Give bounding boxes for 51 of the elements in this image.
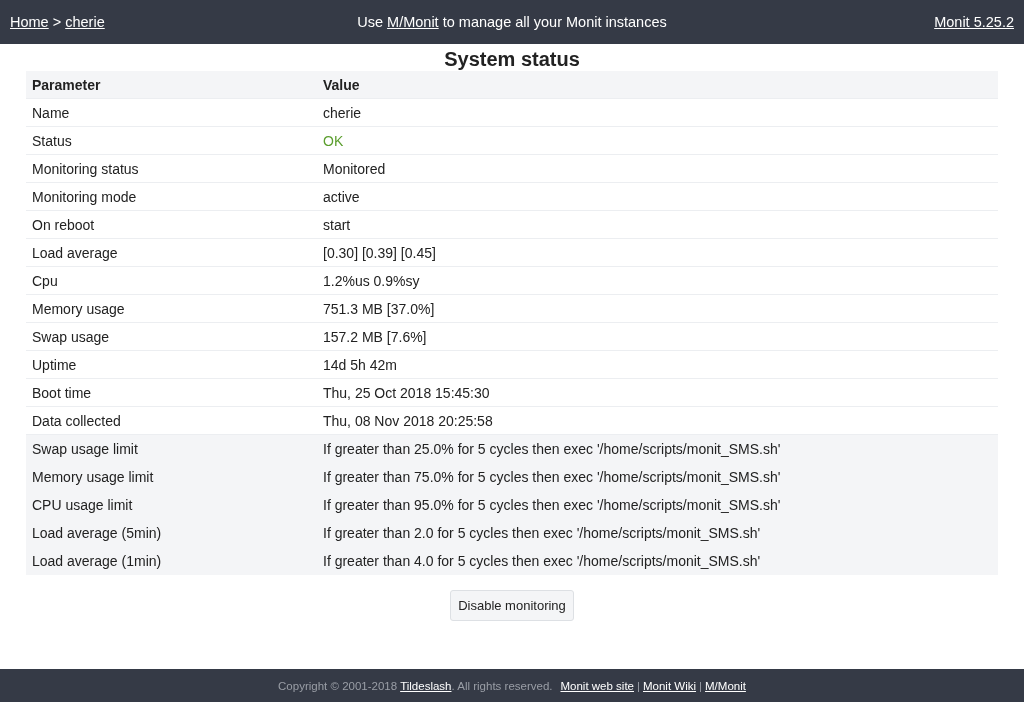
table-cell: Name: [26, 98, 317, 127]
table-cell: Status: [26, 126, 317, 155]
footer-link[interactable]: Monit web site: [560, 679, 634, 692]
table-cell: Load average (1min): [26, 546, 317, 575]
footer-link[interactable]: Monit Wiki: [643, 679, 697, 692]
table-cell: If greater than 2.0 for 5 cycles then exec '/home/scripts/monit_SMS.sh': [317, 518, 998, 547]
table-cell: If greater than 4.0 for 5 cycles then exec '/home/scripts/monit_SMS.sh': [317, 546, 998, 575]
table-cell: CPU usage limit: [26, 490, 317, 519]
table-cell: Thu, 25 Oct 2018 15:45:30: [317, 378, 998, 407]
breadcrumb-link[interactable]: Home: [10, 14, 49, 30]
table-cell: 751.3 MB [37.0%]: [317, 294, 998, 323]
column-header: Value: [317, 71, 998, 99]
header-notice: Use M/Monit to manage all your Monit instances: [357, 14, 667, 30]
table-cell: Cpu: [26, 266, 317, 295]
mmonit-link[interactable]: M/Monit: [387, 14, 439, 30]
table-cell: If greater than 75.0% for 5 cycles then exec '/home/scripts/monit_SMS.sh': [317, 462, 998, 491]
table-cell: active: [317, 182, 998, 211]
table-cell: Data collected: [26, 406, 317, 435]
table-cell: 157.2 MB [7.6%]: [317, 322, 998, 351]
link-separator: |: [699, 679, 703, 692]
table-cell: Load average (5min): [26, 518, 317, 547]
table-cell: Uptime: [26, 350, 317, 379]
status-cell: OK: [317, 126, 998, 155]
table-cell: On reboot: [26, 210, 317, 239]
disable-monitoring-button[interactable]: Disable monitoring: [450, 590, 574, 621]
link-separator: |: [637, 679, 640, 692]
table-cell: Boot time: [26, 378, 317, 407]
tildeslash-link[interactable]: Tildeslash: [400, 679, 452, 692]
table-cell: [0.30] [0.39] [0.45]: [317, 238, 998, 267]
table-cell: 1.2%us 0.9%sy: [317, 266, 998, 295]
footer-link[interactable]: M/Monit: [705, 679, 746, 692]
table-cell: If greater than 25.0% for 5 cycles then exec '/home/scripts/monit_SMS.sh': [317, 434, 998, 463]
table-cell: Monitored: [317, 154, 998, 183]
table-cell: start: [317, 210, 998, 239]
table-cell: Thu, 08 Nov 2018 20:25:58: [317, 406, 998, 435]
column-header: Parameter: [26, 71, 317, 99]
table-cell: 14d 5h 42m: [317, 350, 998, 379]
breadcrumb-link[interactable]: cherie: [65, 14, 105, 30]
table-cell: Swap usage limit: [26, 434, 317, 463]
breadcrumb-separator: >: [51, 14, 63, 30]
table-cell: Load average: [26, 238, 317, 267]
table-cell: If greater than 95.0% for 5 cycles then exec '/home/scripts/monit_SMS.sh': [317, 490, 998, 519]
table-cell: Memory usage limit: [26, 462, 317, 491]
table-cell: cherie: [317, 98, 998, 127]
version-link[interactable]: Monit 5.25.2: [934, 14, 1014, 30]
table-cell: Memory usage: [26, 294, 317, 323]
table-cell: Swap usage: [26, 322, 317, 351]
page-title: System status: [443, 47, 581, 71]
table-cell: Monitoring status: [26, 154, 317, 183]
table-cell: Monitoring mode: [26, 182, 317, 211]
copyright-text: Copyright © 2001-2018 Tildeslash. All rights reserved.: [278, 679, 553, 692]
